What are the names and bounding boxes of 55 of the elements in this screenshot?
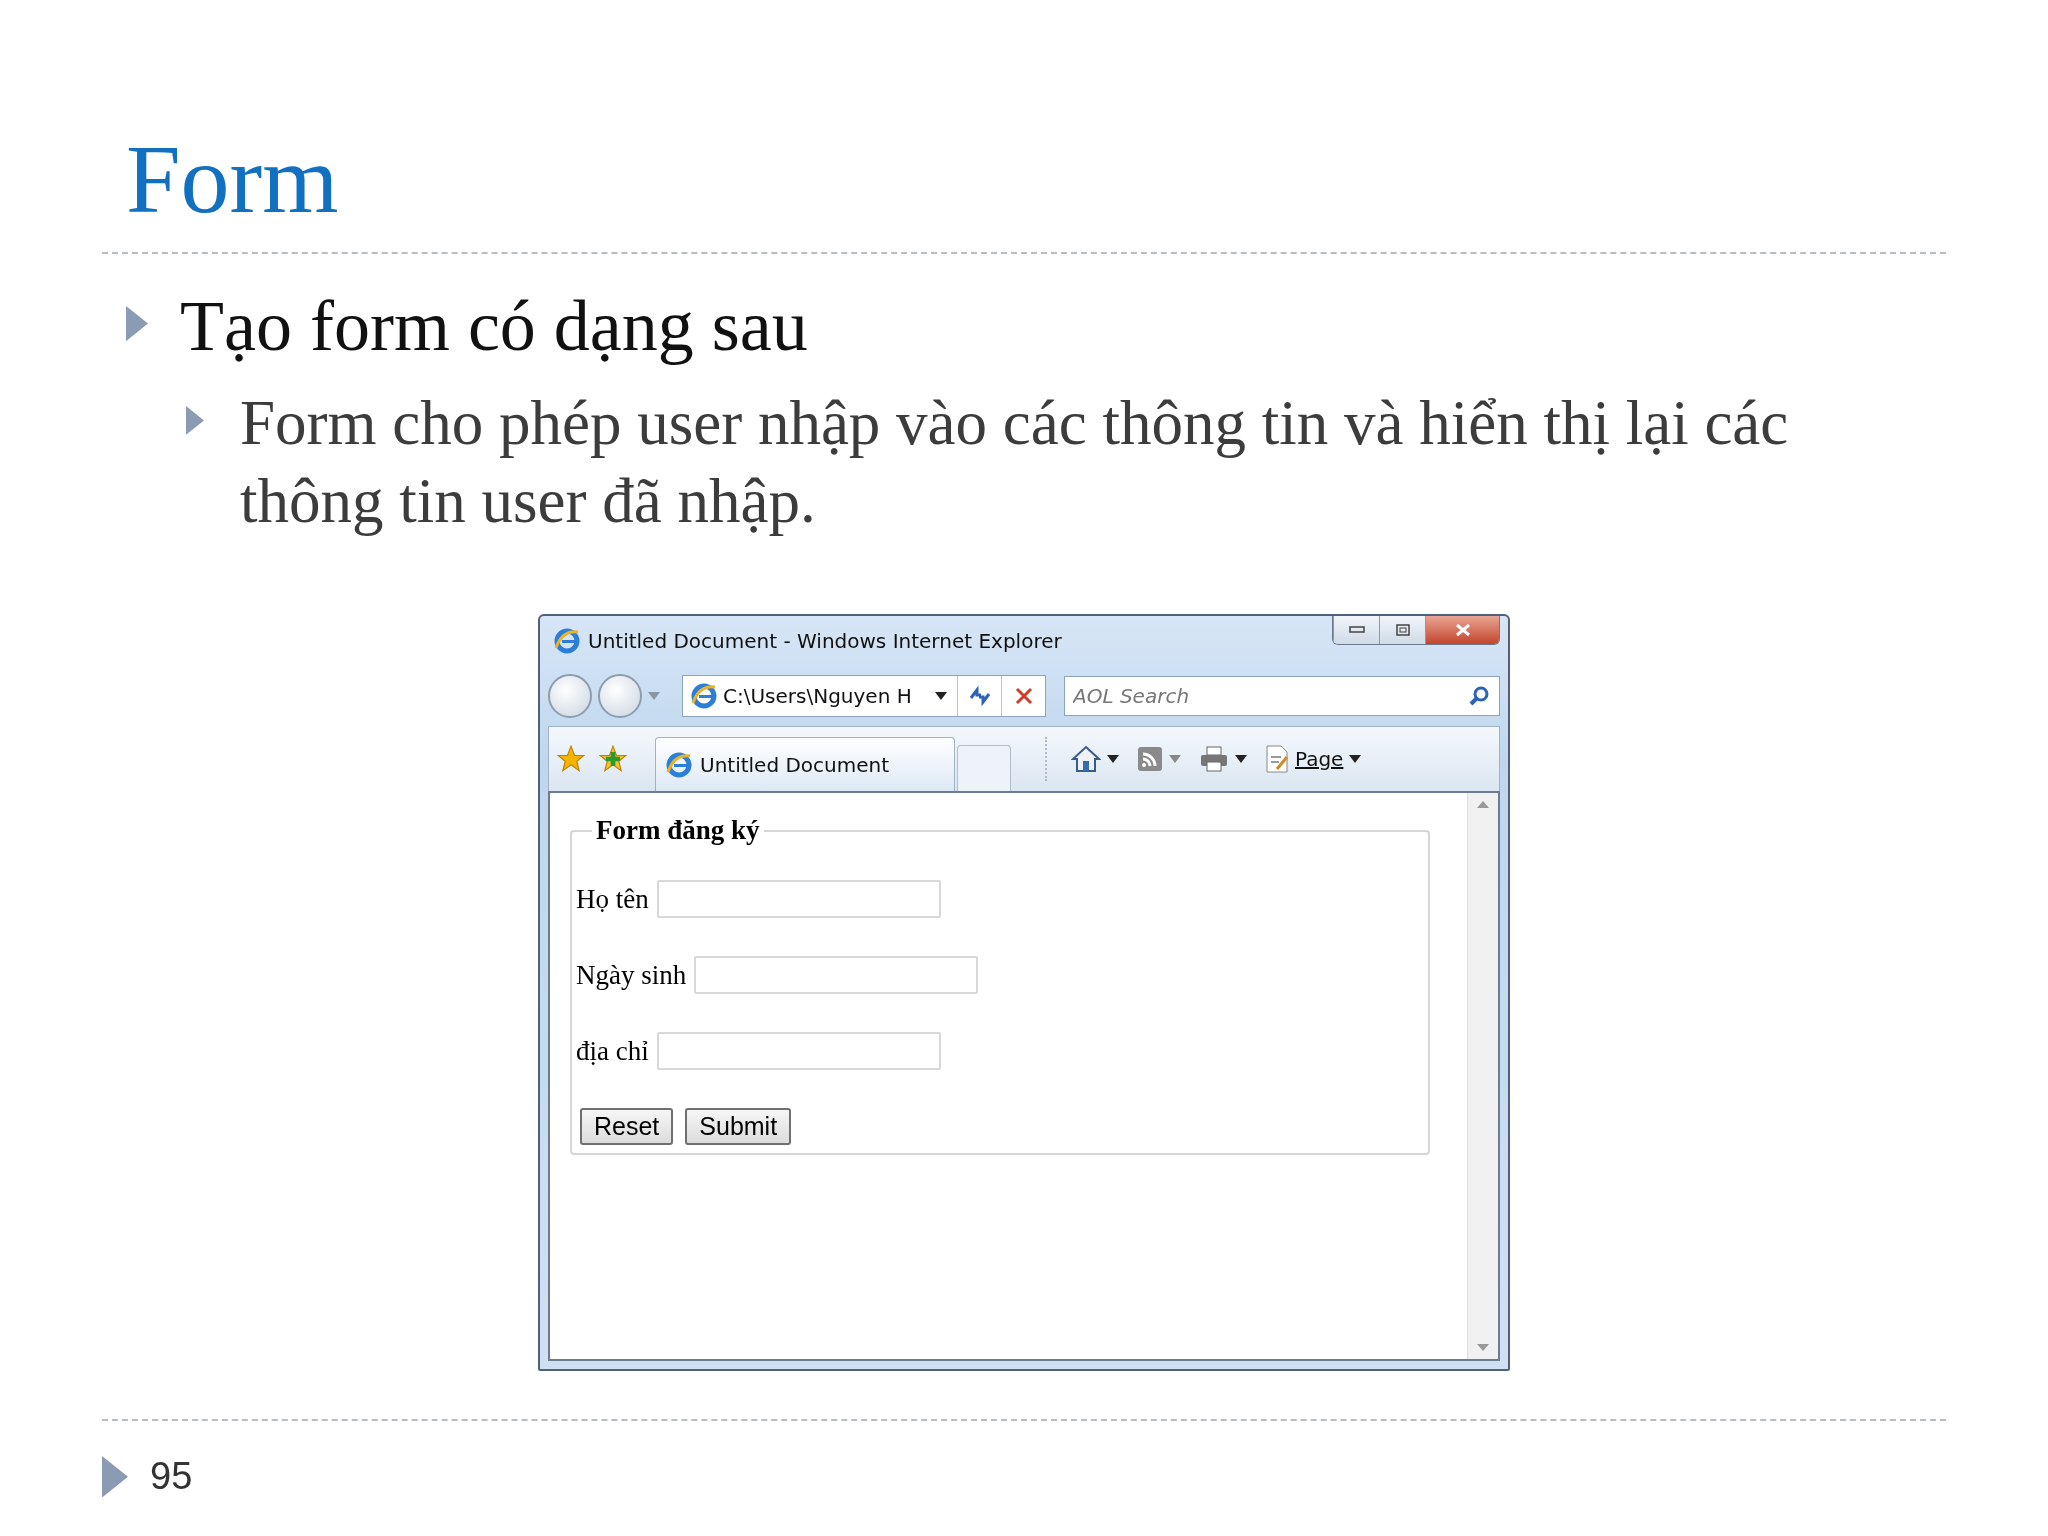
browser-logo-icon	[691, 683, 717, 709]
scroll-down-icon	[1477, 1344, 1489, 1351]
form-button[interactable]: Submit	[685, 1108, 792, 1145]
field-label: Ngày sinh	[576, 959, 687, 991]
close-icon	[1014, 687, 1033, 705]
page-menu-button[interactable]: Page	[1265, 745, 1362, 773]
caret-icon	[935, 692, 947, 700]
input-field[interactable]	[694, 956, 979, 994]
favorites-button[interactable]	[557, 745, 585, 773]
caret-icon	[648, 692, 660, 700]
address-text: C:\Users\Nguyen H	[722, 684, 913, 708]
caret-icon	[1235, 755, 1247, 763]
caret-icon	[1169, 755, 1181, 763]
scrollbar[interactable]	[1467, 793, 1498, 1359]
feed-button[interactable]	[1137, 746, 1181, 772]
browser-tab[interactable]: Untitled Document	[655, 737, 955, 791]
browser-logo-icon	[666, 751, 692, 778]
close-icon	[1454, 623, 1471, 637]
bullet-icon	[126, 306, 148, 342]
scroll-up-icon	[1477, 801, 1489, 808]
star-icon	[557, 745, 585, 773]
window-title: Untitled Document - Windows Internet Explorer	[588, 629, 1063, 653]
print-button[interactable]	[1199, 746, 1247, 772]
slide-title: Form	[126, 130, 339, 228]
minimize-button[interactable]	[1333, 616, 1379, 644]
feed-icon	[1137, 746, 1163, 772]
house-icon	[1071, 745, 1101, 773]
page-number: 95	[150, 1455, 193, 1498]
maximize-icon	[1395, 624, 1410, 636]
star-plus-icon	[599, 745, 627, 773]
caret-icon	[1349, 755, 1362, 763]
form-button[interactable]: Reset	[580, 1108, 674, 1145]
bullet-icon	[186, 406, 204, 435]
footer-marker-icon	[102, 1455, 128, 1498]
input-field[interactable]	[656, 880, 941, 918]
caret-icon	[1107, 755, 1119, 763]
page-icon	[1265, 745, 1289, 773]
browser-logo-icon	[554, 628, 580, 654]
back-button[interactable]	[548, 674, 592, 718]
maximize-button[interactable]	[1379, 616, 1425, 644]
close-button[interactable]	[1425, 616, 1499, 644]
add-favorite-button[interactable]	[599, 745, 627, 773]
bullet-text: Tạo form có dạng sau	[180, 285, 808, 368]
field-label: địa chỉ	[576, 1035, 649, 1067]
form-legend: Form đăng ký	[592, 815, 764, 846]
input-field[interactable]	[656, 1032, 941, 1070]
search-icon[interactable]	[1468, 685, 1490, 707]
address-bar[interactable]: C:\Users\Nguyen H	[682, 675, 1046, 717]
bullet-text: Form cho phép user nhập vào các thông tin và hiển thị lại các thông tin user đã nhập.	[240, 387, 1790, 538]
minimize-icon	[1348, 626, 1365, 634]
forward-button[interactable]	[598, 674, 642, 718]
home-button[interactable]	[1071, 745, 1119, 773]
refresh-icon	[967, 686, 992, 706]
field-label: Họ tên	[576, 883, 649, 915]
printer-icon	[1199, 746, 1229, 772]
